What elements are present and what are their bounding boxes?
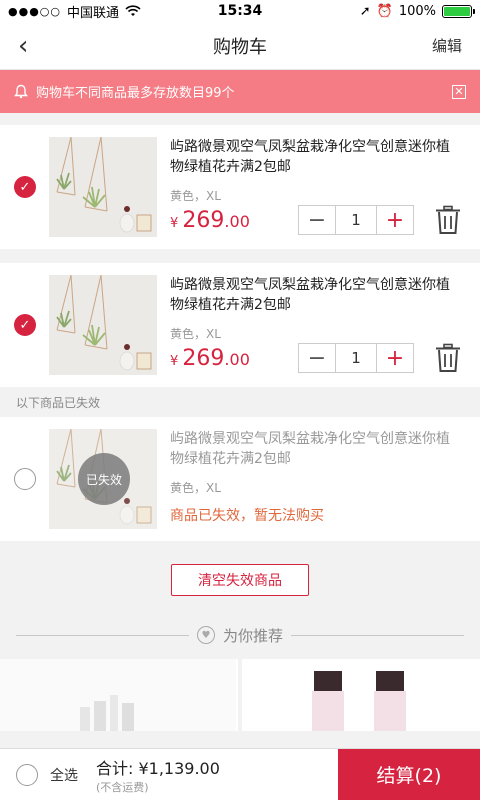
notice-text: 购物车不同商品最多存放数目99个 xyxy=(36,86,235,101)
decrease-button[interactable]: − xyxy=(299,206,335,234)
recommend-header: ♥ 为你推荐 xyxy=(0,619,480,651)
item-checkbox-disabled[interactable] xyxy=(14,468,36,490)
divider xyxy=(16,634,189,636)
recommend-title: 为你推荐 xyxy=(223,626,284,645)
price-decimal: .00 xyxy=(224,350,250,369)
product-title[interactable]: 屿路微景观空气凤梨盆栽净化空气创意迷你植物绿植花卉满2包邮 xyxy=(170,429,460,469)
wifi-icon xyxy=(125,5,141,16)
status-time: 15:34 xyxy=(217,3,263,19)
carrier-name: 中国联通 xyxy=(67,5,120,21)
product-title[interactable]: 屿路微景观空气凤梨盆栽净化空气创意迷你植物绿植花卉满2包邮 xyxy=(170,137,460,177)
cart-item: ✓ 屿路微景观空气凤梨盆栽净化空气创意迷你植物绿植花卉满2包邮 黄色，XL ¥ … xyxy=(0,125,480,249)
cart-limit-notice: 购物车不同商品最多存放数目99个 ✕ xyxy=(0,70,480,113)
checkout-bar: 全选 合计: ¥1,139.00 (不含运费) 结算(2) xyxy=(0,748,480,800)
cart-item: ✓ 屿路微景观空气凤梨盆栽净化空气创意迷你植物绿植花卉满2包邮 黄色，XL ¥ … xyxy=(0,263,480,387)
product-price: ¥ 269.00 xyxy=(170,346,250,371)
item-checkbox-checked[interactable]: ✓ xyxy=(14,314,36,336)
currency-symbol: ¥ xyxy=(170,354,179,369)
status-bar: ●●●○○ 中国联通 15:34 ➚ ⏰ 100% xyxy=(0,0,480,22)
select-all[interactable]: 全选 xyxy=(0,763,92,786)
back-icon[interactable]: ‹ xyxy=(18,31,28,61)
nav-bar: ‹ 购物车 编辑 xyxy=(0,22,480,70)
recommend-product-image xyxy=(0,659,236,731)
product-spec: 黄色，XL xyxy=(170,327,221,341)
select-all-checkbox[interactable] xyxy=(16,763,38,786)
product-spec: 黄色，XL xyxy=(170,481,221,495)
clear-expired-wrap: 清空失效商品 xyxy=(0,541,480,619)
product-image[interactable] xyxy=(49,275,157,375)
increase-button[interactable]: + xyxy=(377,206,413,234)
battery-icon xyxy=(442,4,475,18)
expired-message: 商品已失效，暂无法购买 xyxy=(170,508,324,524)
expired-badge: 已失效 xyxy=(78,453,130,505)
product-title[interactable]: 屿路微景观空气凤梨盆栽净化空气创意迷你植物绿植花卉满2包邮 xyxy=(170,275,460,315)
recommend-grid xyxy=(0,651,480,731)
product-spec: 黄色，XL xyxy=(170,189,221,203)
price-integer: 269 xyxy=(182,208,225,233)
battery-percent: 100% xyxy=(398,3,436,19)
select-all-label: 全选 xyxy=(50,767,78,784)
quantity-stepper: − 1 + xyxy=(298,205,414,235)
signal-strength-icon: ●●●○○ xyxy=(8,4,61,18)
alarm-icon: ⏰ xyxy=(376,3,393,19)
product-price: ¥ 269.00 xyxy=(170,208,250,233)
total-summary: 合计: ¥1,139.00 (不含运费) xyxy=(92,755,338,795)
price-decimal: .00 xyxy=(224,212,250,231)
product-image[interactable]: 已失效 xyxy=(49,429,157,529)
divider xyxy=(291,634,465,636)
decrease-button[interactable]: − xyxy=(299,344,335,372)
location-icon: ➚ xyxy=(359,3,371,19)
shipping-note: (不含运费) xyxy=(96,780,149,794)
total-amount: 合计: ¥1,139.00 xyxy=(96,758,220,778)
recommend-card[interactable] xyxy=(242,659,480,731)
trash-icon[interactable] xyxy=(434,343,462,373)
item-checkbox-checked[interactable]: ✓ xyxy=(14,176,36,198)
recommend-product-image xyxy=(242,659,480,731)
quantity-value[interactable]: 1 xyxy=(335,344,377,372)
expired-section-label: 以下商品已失效 xyxy=(0,387,480,417)
edit-button[interactable]: 编辑 xyxy=(432,35,462,56)
currency-symbol: ¥ xyxy=(170,216,179,231)
expired-cart-item: 已失效 屿路微景观空气凤梨盆栽净化空气创意迷你植物绿植花卉满2包邮 黄色，XL … xyxy=(0,417,480,541)
trash-icon[interactable] xyxy=(434,205,462,235)
bell-icon xyxy=(14,84,28,99)
price-integer: 269 xyxy=(182,346,225,371)
air-plant-image xyxy=(56,137,152,233)
increase-button[interactable]: + xyxy=(377,344,413,372)
recommend-card[interactable] xyxy=(0,659,238,731)
quantity-value[interactable]: 1 xyxy=(335,206,377,234)
clear-expired-button[interactable]: 清空失效商品 xyxy=(171,564,309,596)
close-icon[interactable]: ✕ xyxy=(452,84,466,99)
air-plant-image xyxy=(56,275,152,371)
checkout-button[interactable]: 结算(2) xyxy=(338,748,480,800)
product-image[interactable] xyxy=(49,137,157,237)
page-title: 购物车 xyxy=(213,36,267,58)
quantity-stepper: − 1 + xyxy=(298,343,414,373)
heart-icon: ♥ xyxy=(197,626,215,644)
